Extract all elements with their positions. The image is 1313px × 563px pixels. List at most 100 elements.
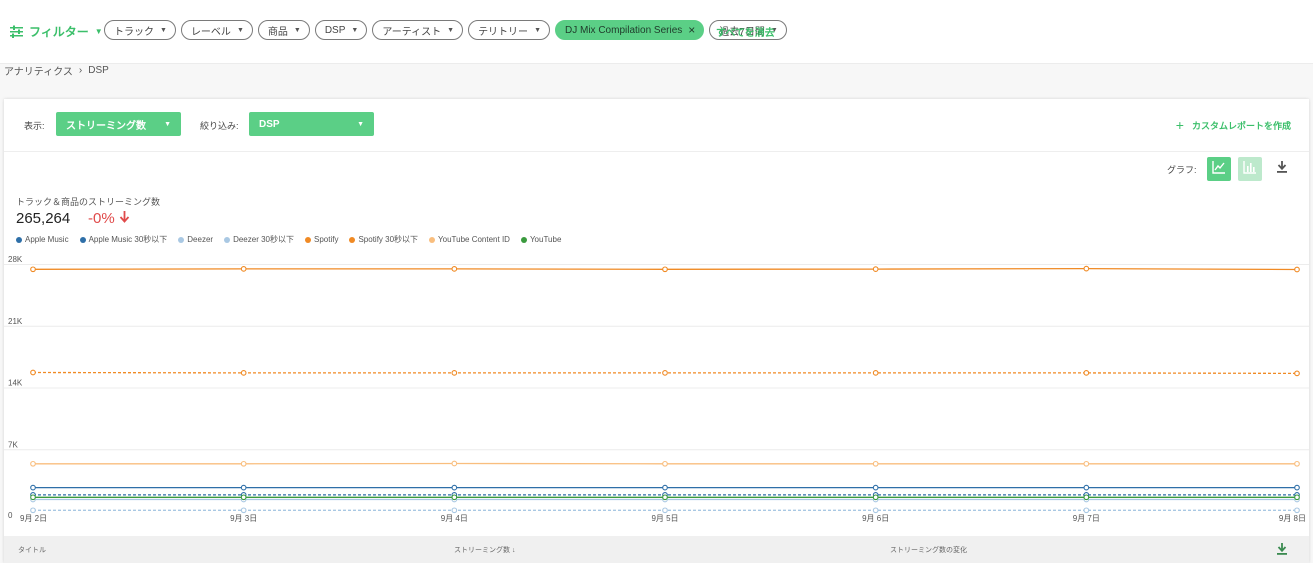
y-tick-label: 0 bbox=[8, 511, 13, 520]
data-point bbox=[240, 266, 247, 272]
filter-toggle-button[interactable]: フィルター ▼ bbox=[10, 22, 103, 40]
data-point bbox=[662, 266, 668, 273]
x-tick-label: 9月 3日 bbox=[230, 514, 257, 523]
data-point bbox=[1294, 507, 1300, 514]
filter-chip-label: テリトリー bbox=[478, 26, 529, 38]
chevron-down-icon: ▼ bbox=[293, 26, 301, 34]
column-header-streams-change[interactable]: ストリーミング数の変化 bbox=[890, 545, 967, 555]
data-point bbox=[1083, 507, 1090, 514]
filter-chip-product[interactable]: 商品 ▼ bbox=[257, 20, 310, 40]
column-header-title[interactable]: タイトル bbox=[18, 545, 46, 555]
sliders-icon bbox=[10, 25, 23, 38]
streams-change: -0% bbox=[88, 210, 130, 227]
table-header: タイトル ストリーミング数 ↓ ストリーミング数の変化 bbox=[4, 536, 1309, 563]
data-point bbox=[1083, 460, 1090, 467]
legend-swatch bbox=[178, 236, 185, 243]
data-point bbox=[240, 507, 247, 514]
data-point bbox=[1294, 484, 1300, 491]
filter-chip-label: レーベル bbox=[190, 26, 231, 38]
legend-item[interactable]: Spotify 30秒以下 bbox=[349, 234, 418, 245]
data-point bbox=[240, 494, 247, 501]
legend-label: YouTube bbox=[529, 235, 562, 244]
view-select-value: ストリーミング数 bbox=[66, 120, 146, 132]
data-point bbox=[872, 460, 879, 467]
bar-chart-toggle[interactable] bbox=[1238, 157, 1262, 181]
data-point bbox=[30, 266, 36, 273]
data-point bbox=[872, 266, 879, 272]
filter-chip-track[interactable]: トラック ▼ bbox=[104, 20, 176, 40]
legend-swatch bbox=[349, 236, 356, 243]
chart-title: トラック＆商品のストリーミング数 bbox=[16, 197, 161, 207]
narrow-select[interactable]: DSP ▼ bbox=[249, 112, 374, 136]
chevron-right-icon: › bbox=[78, 65, 83, 76]
data-point bbox=[1294, 370, 1300, 377]
chevron-down-icon: ▼ bbox=[357, 120, 364, 128]
data-point bbox=[30, 484, 36, 491]
y-tick-label: 28K bbox=[8, 255, 23, 264]
filter-chip-label[interactable]: レーベル ▼ bbox=[180, 20, 253, 40]
data-point bbox=[662, 460, 668, 467]
legend-item[interactable]: Spotify bbox=[305, 234, 338, 245]
clear-all-filters-link[interactable]: すべてを消去 bbox=[716, 24, 775, 39]
filter-bar: フィルター ▼ トラック ▼ レーベル ▼ 商品 ▼ DSP ▼ アーティスト … bbox=[0, 0, 1313, 64]
legend-item[interactable]: YouTube Content ID bbox=[429, 234, 510, 245]
sort-arrow-down-icon: ↓ bbox=[511, 547, 516, 554]
data-point bbox=[662, 484, 668, 491]
download-icon bbox=[1276, 160, 1288, 178]
close-icon[interactable]: × bbox=[688, 24, 695, 36]
legend-swatch bbox=[224, 236, 231, 243]
download-chart-button[interactable] bbox=[1272, 159, 1292, 179]
data-point bbox=[240, 370, 247, 376]
legend-label: Spotify bbox=[314, 235, 339, 244]
chevron-down-icon: ▼ bbox=[236, 26, 244, 34]
data-point bbox=[872, 494, 879, 501]
download-table-button[interactable] bbox=[1276, 542, 1290, 556]
legend-item[interactable]: Apple Music 30秒以下 bbox=[79, 234, 168, 245]
y-tick-label: 7K bbox=[8, 440, 18, 449]
data-point bbox=[1083, 265, 1090, 272]
filter-chip-territory[interactable]: テリトリー ▼ bbox=[468, 20, 550, 40]
x-tick-label: 9月 2日 bbox=[20, 514, 47, 523]
data-point bbox=[1294, 494, 1300, 501]
filter-chip-dsp[interactable]: DSP ▼ bbox=[314, 20, 368, 40]
create-custom-report-button[interactable]: + カスタムレポートを作成 bbox=[1176, 117, 1291, 133]
legend-label: Apple Music bbox=[25, 235, 69, 244]
chevron-down-icon: ▼ bbox=[94, 26, 103, 36]
legend-item[interactable]: YouTube bbox=[520, 234, 562, 245]
chevron-down-icon: ▼ bbox=[164, 120, 171, 128]
legend-item[interactable]: Apple Music bbox=[16, 234, 69, 245]
data-point bbox=[30, 494, 36, 501]
legend-item[interactable]: Deezer 30秒以下 bbox=[224, 234, 294, 245]
legend-label: Spotify 30秒以下 bbox=[358, 235, 419, 244]
bar-chart-icon bbox=[1243, 160, 1257, 179]
filter-chip-label: 商品 bbox=[267, 26, 288, 38]
graph-type-label: グラフ: bbox=[1167, 165, 1197, 175]
data-point bbox=[662, 507, 668, 514]
filter-chip-active-compilation[interactable]: DJ Mix Compilation Series × bbox=[555, 20, 705, 40]
breadcrumb-root-link[interactable]: アナリティクス bbox=[4, 63, 73, 78]
x-tick-label: 9月 7日 bbox=[1073, 514, 1100, 523]
data-point bbox=[30, 507, 36, 514]
column-header-streams[interactable]: ストリーミング数 ↓ bbox=[454, 545, 515, 555]
legend-swatch bbox=[429, 236, 436, 243]
data-point bbox=[451, 484, 458, 491]
data-point bbox=[240, 460, 247, 467]
data-point bbox=[872, 370, 879, 376]
legend-item[interactable]: Deezer bbox=[178, 234, 213, 245]
data-point bbox=[662, 370, 668, 376]
x-tick-label: 9月 6日 bbox=[862, 514, 889, 523]
filter-toggle-label: フィルター bbox=[29, 24, 89, 39]
data-point bbox=[451, 266, 458, 272]
x-tick-label: 9月 4日 bbox=[441, 514, 468, 523]
view-select[interactable]: ストリーミング数 ▼ bbox=[56, 112, 181, 136]
data-point bbox=[872, 484, 879, 491]
download-icon bbox=[1276, 542, 1288, 559]
filter-chip-artist[interactable]: アーティスト ▼ bbox=[372, 20, 464, 40]
legend-label: Apple Music 30秒以下 bbox=[88, 235, 168, 244]
data-point bbox=[451, 507, 458, 514]
filter-chip-label: アーティスト bbox=[382, 26, 442, 38]
filter-chip-label: DJ Mix Compilation Series bbox=[565, 24, 683, 36]
data-point bbox=[662, 494, 668, 501]
narrow-label: 絞り込み: bbox=[200, 121, 239, 131]
line-chart-toggle[interactable] bbox=[1207, 157, 1231, 181]
